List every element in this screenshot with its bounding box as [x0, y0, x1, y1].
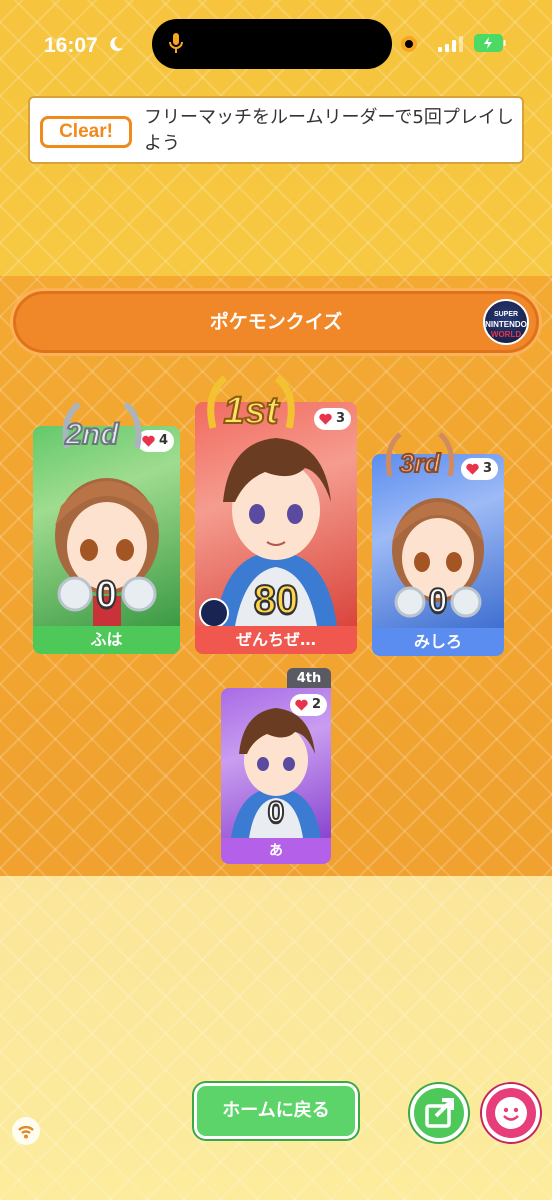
player-card-1st[interactable]: 80 ぜんちぜ… 3 1st — [195, 375, 357, 654]
super-nintendo-world-logo-icon: SUPER NINTENDO WORLD — [483, 299, 529, 345]
recording-indicator-icon — [401, 36, 417, 52]
microphone-icon — [169, 33, 183, 53]
back-to-home-button[interactable]: ホームに戻る — [194, 1083, 358, 1139]
reaction-button[interactable] — [482, 1084, 540, 1142]
moon-icon — [110, 36, 123, 51]
status-time: 16:07 — [44, 34, 98, 57]
player-score: 0 — [267, 795, 286, 830]
super-nintendo-world-logo-icon — [199, 598, 229, 628]
mission-banner: Clear! フリーマッチをルームリーダーで5回プレイしよう — [28, 96, 524, 164]
hearts-count: 2 — [311, 697, 321, 712]
quiz-title: ポケモンクイズ — [209, 311, 343, 333]
heart-icon — [319, 413, 332, 425]
player-name: ふは — [33, 626, 180, 654]
rank-label: 3rd — [399, 447, 441, 479]
hearts-badge: 3 — [460, 458, 498, 480]
share-button[interactable] — [410, 1084, 468, 1142]
player-name: あ — [221, 838, 331, 864]
share-icon — [425, 1098, 454, 1128]
hearts-badge: 3 — [313, 408, 351, 430]
smile-face-icon — [495, 1097, 527, 1129]
rank-label: 2nd — [64, 417, 119, 452]
heart-icon — [466, 463, 479, 475]
status-bar: 16:07 — [0, 0, 552, 90]
cellular-signal-icon — [438, 36, 463, 52]
player-card-4th[interactable]: 4th 0 あ 2 — [221, 668, 331, 864]
player-name: ぜんちぜ… — [195, 626, 357, 654]
player-name: みしろ — [372, 628, 504, 656]
clear-badge: Clear! — [40, 116, 132, 148]
hearts-count: 3 — [335, 411, 345, 426]
player-card-2nd[interactable]: 0 ふは 4 2nd — [33, 401, 180, 654]
hearts-count: 4 — [158, 433, 168, 448]
player-score: 0 — [95, 573, 118, 617]
mission-text: フリーマッチをルームリーダーで5回プレイしよう — [144, 107, 514, 154]
hearts-badge: 2 — [289, 694, 327, 716]
connection-wifi-icon — [12, 1117, 40, 1145]
player-card-3rd[interactable]: 0 みしろ 3 3rd — [372, 432, 504, 656]
heart-icon — [295, 699, 308, 711]
hearts-count: 3 — [482, 461, 492, 476]
rank-label: 1st — [223, 389, 280, 433]
quiz-title-bar: ポケモンクイズ SUPER NINTENDO WORLD — [10, 288, 542, 356]
rank-label: 4th — [287, 668, 331, 690]
battery-charging-icon — [474, 34, 506, 52]
dynamic-island — [152, 19, 392, 69]
player-score: 0 — [428, 581, 449, 621]
